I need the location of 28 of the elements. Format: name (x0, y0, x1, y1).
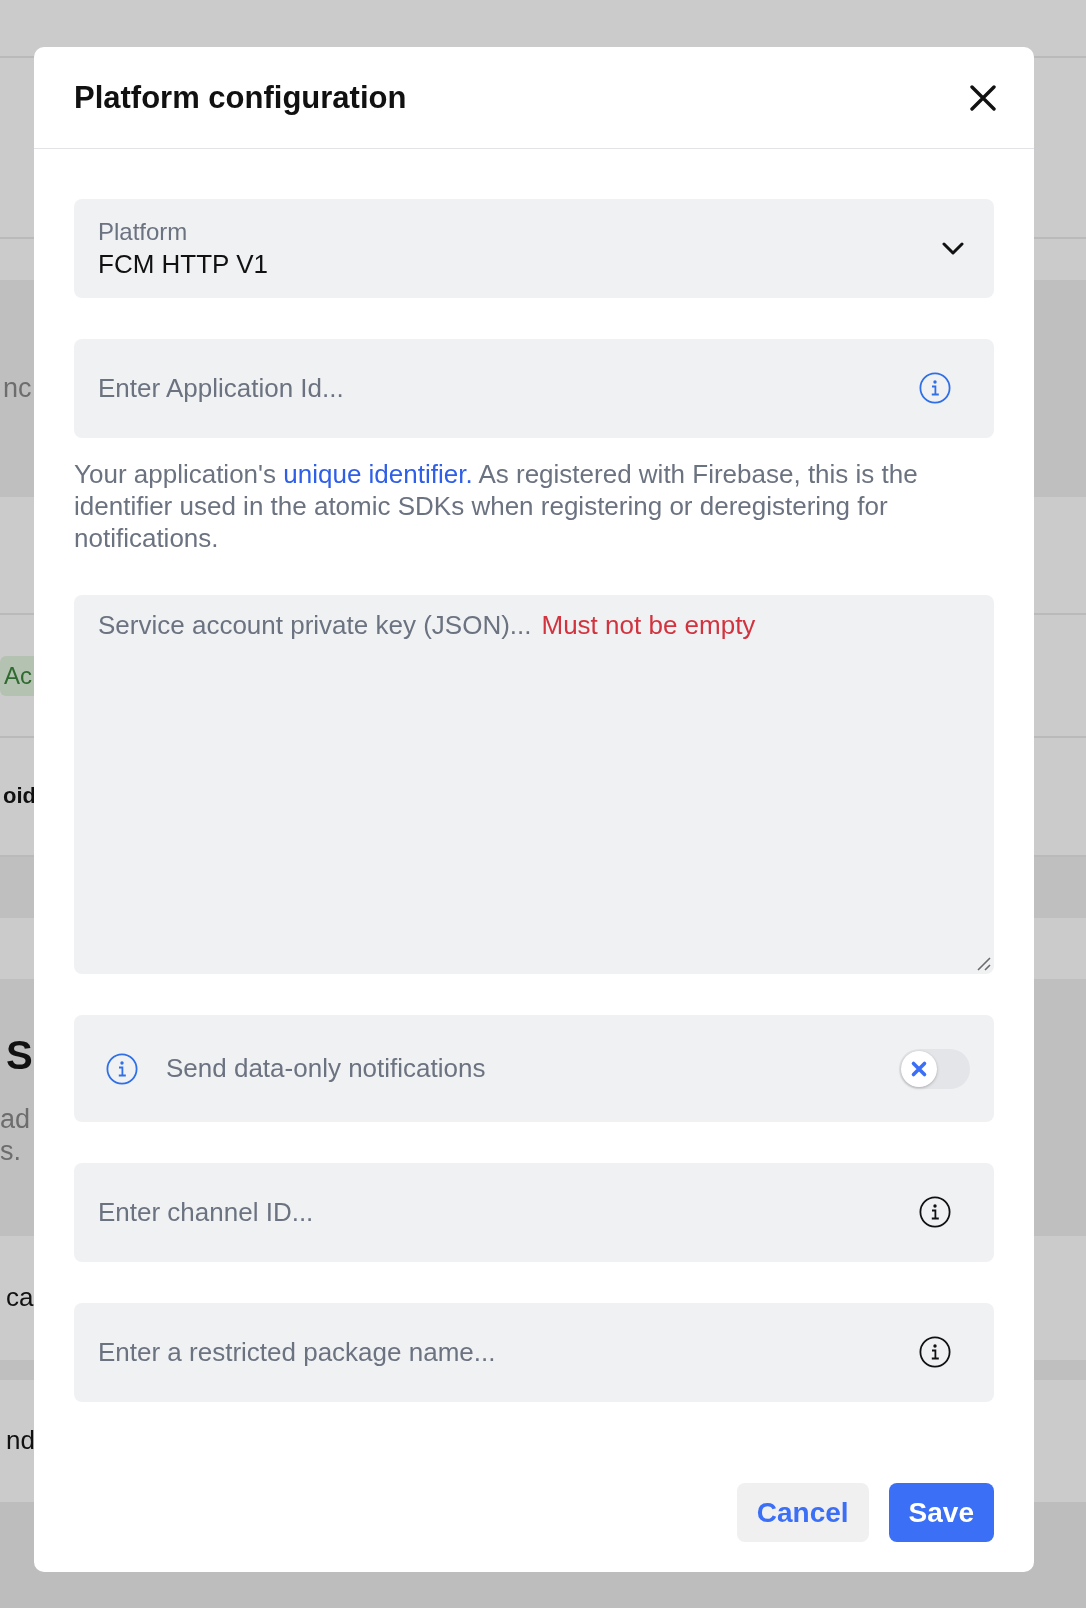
background-text: ca (6, 1282, 34, 1314)
cancel-button[interactable]: Cancel (736, 1483, 869, 1542)
background-text: ad (0, 1103, 31, 1136)
platform-select[interactable]: Platform FCM HTTP V1 (74, 199, 994, 298)
link[interactable]: unique identifier. (283, 459, 473, 489)
dialog-title: Platform configuration (74, 79, 407, 116)
input-field[interactable]: Enter Application Id... (74, 339, 994, 438)
background-text: nc (3, 372, 32, 405)
status-badge: Ac (0, 655, 34, 696)
private-key-field[interactable]: Service account private key (JSON)... Must not be empty (74, 595, 994, 974)
chevron-down-icon (942, 241, 964, 256)
resize-handle-icon[interactable] (977, 957, 991, 971)
toggle-switch[interactable] (899, 1048, 970, 1089)
setting-label: Send data-only notifications (166, 1053, 487, 1084)
close-button[interactable] (970, 84, 996, 111)
close-icon (970, 84, 996, 111)
info-icon[interactable] (919, 1196, 951, 1228)
background-text: oid (3, 783, 36, 810)
cross-icon (901, 1050, 937, 1087)
background-text: nd (6, 1425, 35, 1457)
input-field[interactable]: Enter a restricted package name... (74, 1303, 994, 1402)
info-icon[interactable] (919, 1336, 951, 1368)
background-text: s. (0, 1135, 21, 1168)
input-field[interactable]: Enter channel ID... (74, 1163, 994, 1262)
save-button[interactable]: Save (888, 1483, 994, 1542)
background-text: S (6, 1032, 33, 1079)
help-text: Your application's unique identifier. As registered with Firebase, this is the identifier used in the atomic SDKs when registering or deregistering for notifications. (74, 458, 919, 554)
error-message: Must not be empty (541, 609, 756, 641)
